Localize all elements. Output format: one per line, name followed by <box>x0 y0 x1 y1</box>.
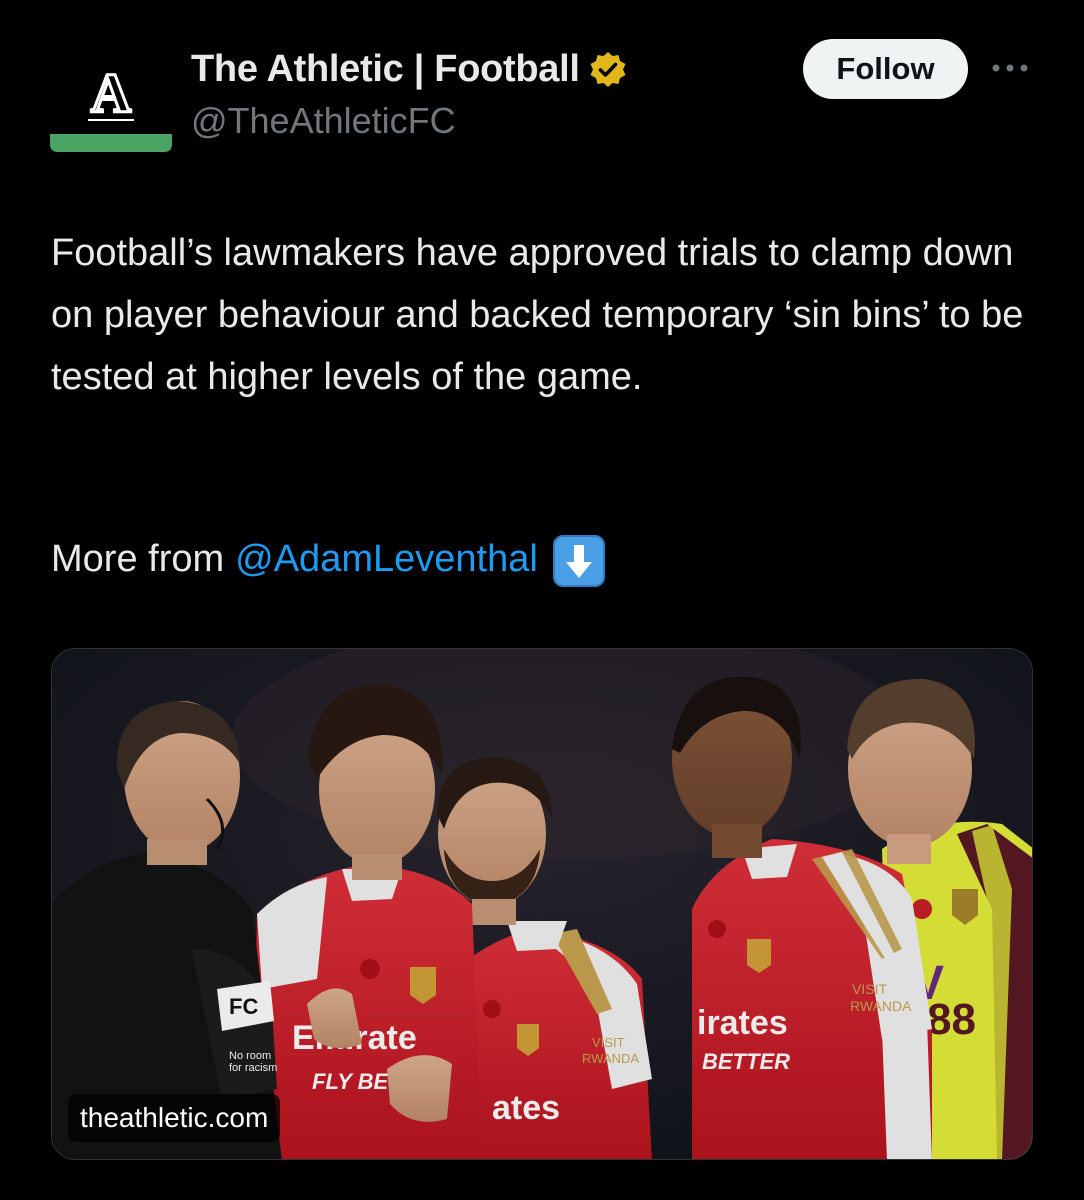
verified-badge-icon[interactable] <box>588 50 628 90</box>
tweet-header: A The Athletic | Football @TheAthleticFC… <box>0 0 1084 180</box>
author-display-name[interactable]: The Athletic | Football <box>191 48 628 91</box>
tweet-media-photo[interactable]: 88 V irates BETTER VISIT RWANDA ates VIS… <box>51 648 1033 1160</box>
down-arrow-emoji-icon <box>552 534 606 588</box>
link-domain-badge[interactable]: theathletic.com <box>68 1094 281 1142</box>
svg-text:A: A <box>91 63 132 125</box>
athletic-logo-icon: A <box>50 62 172 152</box>
follow-button[interactable]: Follow <box>803 39 968 99</box>
author-handle[interactable]: @TheAthleticFC <box>191 100 456 142</box>
more-options-icon[interactable] <box>988 58 1032 78</box>
mention-link[interactable]: @AdamLeventhal <box>235 528 538 590</box>
more-from-line: More from @AdamLeventhal <box>51 528 606 590</box>
display-name-text: The Athletic | Football <box>191 48 580 90</box>
more-from-label: More from <box>51 538 225 580</box>
author-avatar[interactable]: A <box>50 40 172 156</box>
players-photo: 88 V irates BETTER VISIT RWANDA ates VIS… <box>52 649 1032 1159</box>
tweet-body: Football’s lawmakers have approved trial… <box>51 232 1024 398</box>
